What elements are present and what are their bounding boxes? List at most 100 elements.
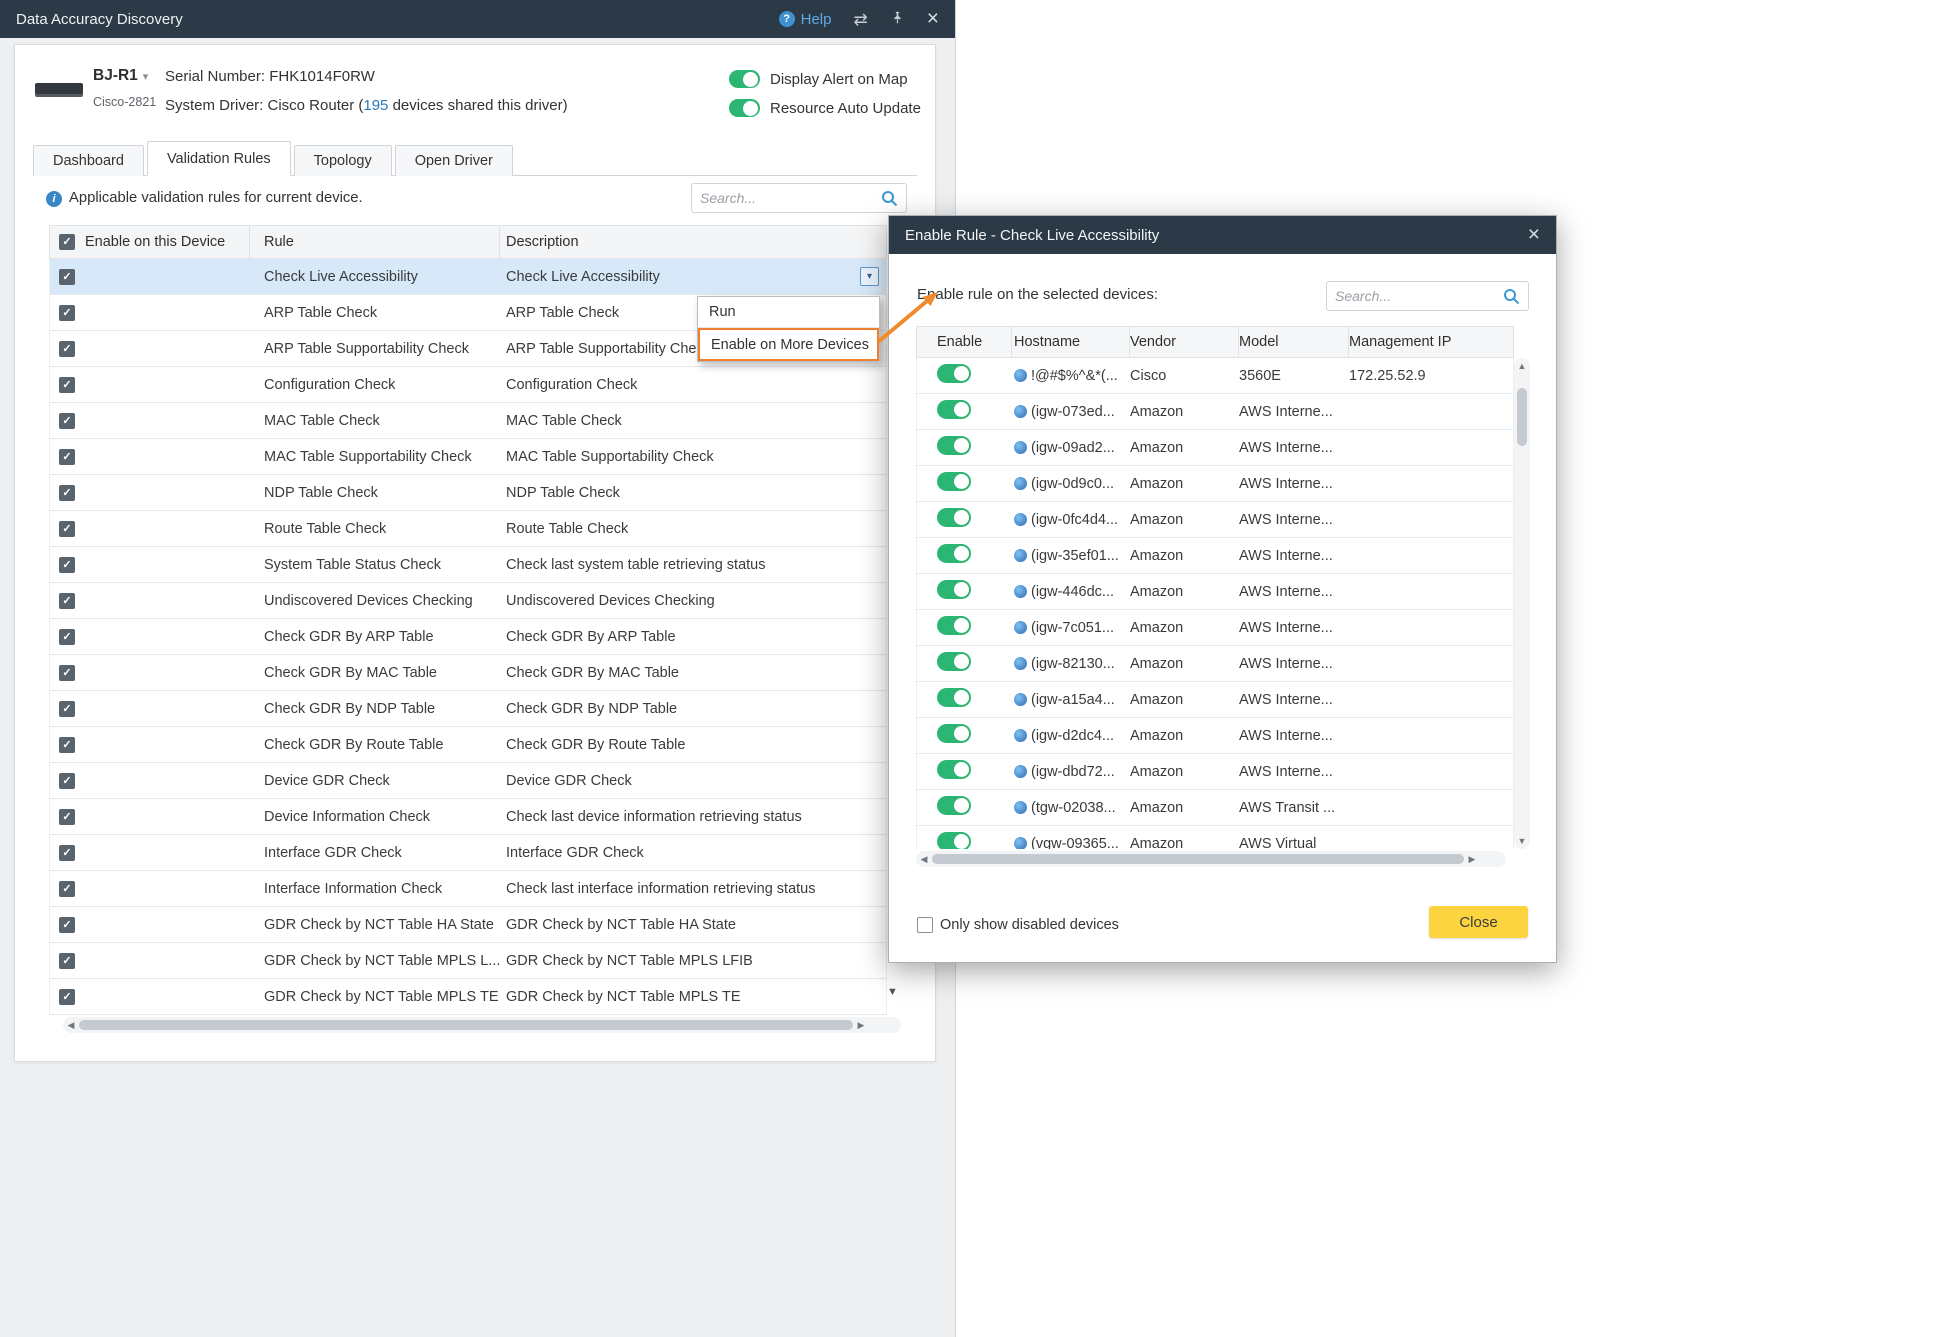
row-checkbox[interactable] [59, 521, 75, 537]
row-checkbox[interactable] [59, 269, 75, 285]
table-row[interactable]: Check Live Accessibility Check Live Acce… [50, 259, 886, 295]
row-checkbox[interactable] [59, 593, 75, 609]
rules-horizontal-scrollbar[interactable]: ◀ ▶ [63, 1017, 901, 1033]
table-row[interactable]: Device GDR Check Device GDR Check [50, 763, 886, 799]
only-show-disabled-checkbox[interactable] [917, 917, 933, 933]
search-icon[interactable] [881, 190, 898, 207]
help-button[interactable]: ? Help [779, 11, 832, 28]
row-checkbox[interactable] [59, 485, 75, 501]
device-enable-toggle[interactable] [937, 580, 971, 599]
row-checkbox[interactable] [59, 917, 75, 933]
row-checkbox[interactable] [59, 737, 75, 753]
description-cell: Route Table Check [500, 521, 886, 537]
table-row[interactable]: Check GDR By MAC Table Check GDR By MAC … [50, 655, 886, 691]
tab-topology[interactable]: Topology [294, 145, 392, 176]
display-alert-toggle[interactable] [729, 70, 760, 88]
row-checkbox[interactable] [59, 989, 75, 1005]
scroll-right-icon[interactable]: ▶ [853, 1017, 869, 1033]
devices-vertical-scrollbar[interactable]: ▲ ▼ [1514, 358, 1530, 849]
device-enable-toggle[interactable] [937, 796, 971, 815]
scroll-up-icon[interactable]: ▲ [1518, 358, 1527, 374]
table-row[interactable]: MAC Table Supportability Check MAC Table… [50, 439, 886, 475]
tab-dashboard[interactable]: Dashboard [33, 145, 144, 176]
tab-validation-rules[interactable]: Validation Rules [147, 141, 291, 176]
device-enable-toggle[interactable] [937, 688, 971, 707]
dialog-close-icon[interactable]: × [1528, 223, 1540, 247]
row-checkbox[interactable] [59, 305, 75, 321]
device-enable-toggle[interactable] [937, 472, 971, 491]
device-enable-toggle[interactable] [937, 436, 971, 455]
enable-cell [917, 364, 1012, 387]
table-row[interactable]: GDR Check by NCT Table MPLS L... GDR Che… [50, 943, 886, 979]
row-dropdown-button[interactable]: ▾ [860, 267, 879, 286]
rule-cell: MAC Table Supportability Check [250, 449, 500, 465]
table-row[interactable]: GDR Check by NCT Table MPLS TE GDR Check… [50, 979, 886, 1015]
device-enable-toggle[interactable] [937, 760, 971, 779]
device-enable-toggle[interactable] [937, 544, 971, 563]
row-checkbox[interactable] [59, 845, 75, 861]
row-checkbox[interactable] [59, 449, 75, 465]
table-row[interactable]: Interface GDR Check Interface GDR Check [50, 835, 886, 871]
device-enable-toggle[interactable] [937, 508, 971, 527]
row-checkbox[interactable] [59, 629, 75, 645]
devices-hscroll-thumb[interactable] [932, 854, 1464, 864]
rules-search-input[interactable] [700, 190, 875, 206]
device-enable-toggle[interactable] [937, 652, 971, 671]
scroll-down-icon[interactable]: ▼ [1518, 833, 1527, 849]
device-enable-toggle[interactable] [937, 400, 971, 419]
device-enable-toggle[interactable] [937, 832, 971, 849]
device-enable-toggle[interactable] [937, 364, 971, 383]
table-row[interactable]: Route Table Check Route Table Check [50, 511, 886, 547]
context-menu-enable-on-more-devices[interactable]: Enable on More Devices [698, 328, 879, 361]
table-row[interactable]: NDP Table Check NDP Table Check [50, 475, 886, 511]
row-checkbox[interactable] [59, 665, 75, 681]
device-enable-toggle[interactable] [937, 724, 971, 743]
tab-open-driver[interactable]: Open Driver [395, 145, 513, 176]
device-name[interactable]: BJ-R1 ▾ [93, 67, 148, 85]
rules-table-header: Enable on this Device Rule Description [49, 225, 887, 259]
resource-auto-update-toggle[interactable] [729, 99, 760, 117]
rules-hscroll-thumb[interactable] [79, 1020, 853, 1030]
table-row[interactable]: System Table Status Check Check last sys… [50, 547, 886, 583]
window-close-icon[interactable]: × [927, 7, 939, 31]
devices-table-header: Enable Hostname Vendor Model Management … [916, 326, 1514, 358]
dialog-title: Enable Rule - Check Live Accessibility [905, 227, 1528, 244]
scroll-right-icon[interactable]: ▶ [1464, 851, 1480, 867]
table-row[interactable]: Device Information Check Check last devi… [50, 799, 886, 835]
row-checkbox[interactable] [59, 557, 75, 573]
table-row[interactable]: Configuration Check Configuration Check [50, 367, 886, 403]
dialog-search-input[interactable] [1335, 288, 1497, 304]
table-row[interactable]: Check GDR By NDP Table Check GDR By NDP … [50, 691, 886, 727]
scroll-left-icon[interactable]: ◀ [916, 851, 932, 867]
hostname-text: (igw-dbd72... [1031, 764, 1115, 780]
table-row[interactable]: Check GDR By ARP Table Check GDR By ARP … [50, 619, 886, 655]
device-enable-toggle[interactable] [937, 616, 971, 635]
scroll-left-icon[interactable]: ◀ [63, 1017, 79, 1033]
rules-scroll-down-icon[interactable]: ▼ [887, 986, 898, 998]
enable-cell [50, 844, 250, 862]
dialog-close-button[interactable]: Close [1429, 906, 1528, 938]
pin-icon[interactable] [890, 10, 905, 29]
row-checkbox[interactable] [59, 341, 75, 357]
table-row[interactable]: Undiscovered Devices Checking Undiscover… [50, 583, 886, 619]
table-row[interactable]: Check GDR By Route Table Check GDR By Ro… [50, 727, 886, 763]
hostname-cell: (igw-82130... [1012, 656, 1130, 672]
table-row[interactable]: GDR Check by NCT Table HA State GDR Chec… [50, 907, 886, 943]
row-checkbox[interactable] [59, 809, 75, 825]
row-checkbox[interactable] [59, 773, 75, 789]
refresh-icon[interactable]: ⇄ [853, 11, 867, 28]
shared-driver-count-link[interactable]: 195 [363, 97, 388, 114]
row-checkbox[interactable] [59, 953, 75, 969]
devices-vscroll-thumb[interactable] [1517, 388, 1527, 446]
row-checkbox[interactable] [59, 701, 75, 717]
table-row[interactable]: Interface Information Check Check last i… [50, 871, 886, 907]
table-row[interactable]: MAC Table Check MAC Table Check [50, 403, 886, 439]
row-checkbox[interactable] [59, 413, 75, 429]
select-all-checkbox[interactable] [59, 234, 75, 250]
row-checkbox[interactable] [59, 881, 75, 897]
row-checkbox[interactable] [59, 377, 75, 393]
search-icon[interactable] [1503, 288, 1520, 305]
context-menu-run[interactable]: Run [698, 297, 879, 328]
enable-cell [50, 736, 250, 754]
devices-horizontal-scrollbar[interactable]: ◀ ▶ [916, 851, 1506, 867]
